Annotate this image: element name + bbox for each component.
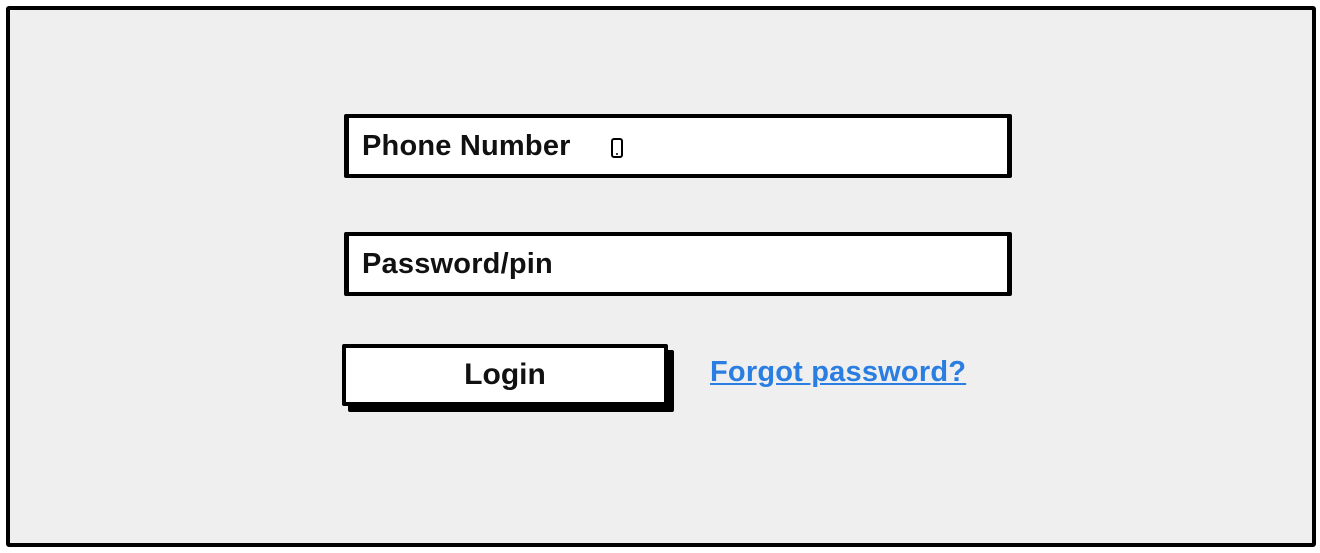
login-screen: Phone Number Password/pin Login Forgot p… <box>6 6 1316 547</box>
login-button[interactable]: Login <box>342 344 668 406</box>
phone-number-field[interactable]: Phone Number <box>344 114 1012 178</box>
mobile-phone-icon <box>610 138 623 158</box>
forgot-password-link[interactable]: Forgot password? <box>710 356 966 389</box>
phone-number-label: Phone Number <box>362 129 571 162</box>
password-label: Password/pin <box>362 247 553 280</box>
login-button-label: Login <box>464 358 546 391</box>
password-field[interactable]: Password/pin <box>344 232 1012 296</box>
